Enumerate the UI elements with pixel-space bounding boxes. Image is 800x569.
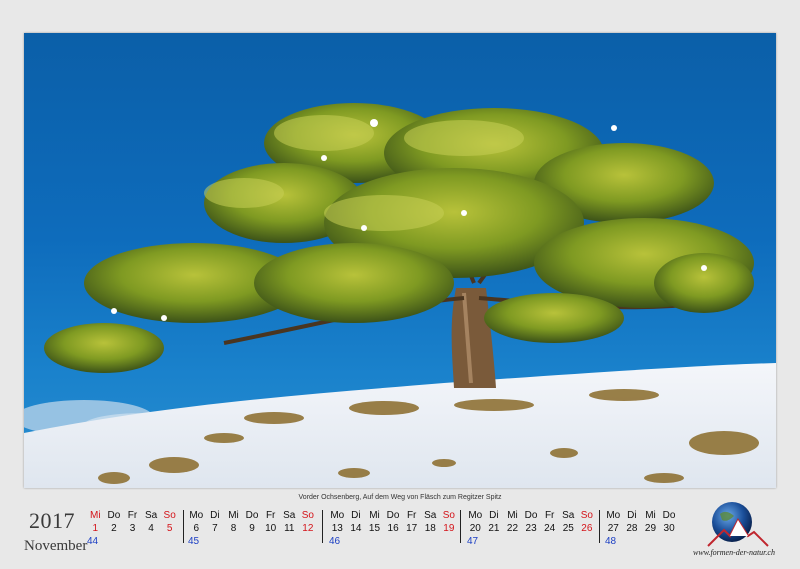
dates-row: 1 2 3 4 5 — [86, 522, 179, 535]
calendar-year: 2017 — [29, 508, 75, 533]
date-cell: 4 — [148, 523, 154, 534]
day-name: So — [163, 510, 176, 521]
date-cell: 17 — [406, 523, 418, 534]
date-cell: 23 — [525, 523, 537, 534]
dates-row: 20 21 22 23 24 25 26 — [466, 522, 596, 535]
dates-row: 13 14 15 16 17 18 19 — [328, 522, 458, 535]
date-cell: 25 — [562, 523, 574, 534]
date-cell: 20 — [469, 523, 481, 534]
week-block: Mi Do Fr Sa So 1 2 3 4 5 44 — [86, 509, 179, 549]
date-cell: 19 — [443, 523, 455, 534]
date-cell: 29 — [644, 523, 657, 534]
week-number: 47 — [467, 536, 479, 547]
day-name: Sa — [562, 510, 575, 521]
day-name: Mi — [645, 510, 656, 521]
date-cell: 15 — [368, 523, 381, 534]
day-name: Mi — [228, 510, 239, 521]
date-cell: 27 — [607, 523, 619, 534]
logo-text: www.formen-der-natur.ch — [693, 548, 775, 557]
date-cell: 14 — [350, 523, 362, 534]
dates-row: 6 7 8 9 10 11 12 — [187, 522, 317, 535]
date-cell: 8 — [230, 523, 237, 534]
day-names-row: Mo Di Mi Do Fr Sa So — [466, 509, 596, 522]
day-name: Di — [351, 510, 361, 521]
date-cell: 6 — [193, 523, 200, 534]
date-cell: 5 — [166, 523, 173, 534]
date-cell: 12 — [302, 523, 314, 534]
day-name: Sa — [144, 510, 158, 521]
day-name: Fr — [127, 510, 138, 521]
day-name: Mi — [369, 510, 380, 521]
date-cell: 26 — [581, 523, 593, 534]
day-name: Sa — [283, 510, 296, 521]
tree-photo — [24, 33, 776, 488]
date-cell: 18 — [424, 523, 436, 534]
day-name: So — [580, 510, 593, 521]
day-name: Mo — [189, 510, 204, 521]
date-cell: 30 — [663, 523, 675, 534]
date-cell: 10 — [265, 523, 277, 534]
date-cell: 1 — [92, 523, 99, 534]
day-name: Mi — [90, 510, 101, 521]
date-cell: 21 — [488, 523, 500, 534]
date-cell: 3 — [129, 523, 136, 534]
week-block: Mo Di Mi Do Fr Sa So 20 21 22 23 24 25 2… — [466, 509, 596, 549]
day-name: Fr — [406, 510, 417, 521]
day-name: Do — [107, 510, 121, 521]
date-cell: 24 — [544, 523, 556, 534]
week-divider — [599, 510, 600, 543]
week-divider — [183, 510, 184, 543]
day-name: Di — [627, 510, 637, 521]
day-name: Sa — [424, 510, 437, 521]
week-number: 44 — [87, 536, 99, 547]
day-name: Mi — [507, 510, 518, 521]
photo-caption: Vorder Ochsenberg, Auf dem Weg von Fläsc… — [298, 494, 502, 501]
date-cell: 9 — [249, 523, 255, 534]
day-name: Di — [210, 510, 220, 521]
day-name: Fr — [265, 510, 276, 521]
week-block: Mo Di Mi Do 27 28 29 30 48 — [604, 509, 678, 549]
date-cell: 11 — [284, 523, 295, 534]
dates-row: 27 28 29 30 — [604, 522, 678, 535]
day-name: Mo — [468, 510, 483, 521]
date-cell: 2 — [111, 523, 117, 534]
day-name: So — [301, 510, 314, 521]
date-cell: 28 — [626, 523, 638, 534]
day-name: Do — [245, 510, 259, 521]
calendar-month: November — [24, 538, 88, 554]
week-number: 48 — [605, 536, 617, 547]
week-number: 45 — [188, 536, 200, 547]
day-name: Do — [662, 510, 676, 521]
day-name: Fr — [544, 510, 555, 521]
week-block: Mo Di Mi Do Fr Sa So 13 14 15 16 17 18 1… — [328, 509, 458, 549]
day-names-row: Mo Di Mi Do Fr Sa So — [187, 509, 317, 522]
day-name: So — [442, 510, 455, 521]
date-cell: 22 — [506, 523, 519, 534]
day-name: Mo — [606, 510, 621, 521]
week-divider — [460, 510, 461, 543]
day-names-row: Mi Do Fr Sa So — [86, 509, 179, 522]
day-names-row: Mo Di Mi Do — [604, 509, 678, 522]
day-name: Di — [489, 510, 499, 521]
week-block: Mo Di Mi Do Fr Sa So 6 7 8 9 10 11 12 45 — [187, 509, 317, 549]
day-name: Do — [386, 510, 400, 521]
day-name: Mo — [330, 510, 345, 521]
day-names-row: Mo Di Mi Do Fr Sa So — [328, 509, 458, 522]
day-name: Do — [524, 510, 538, 521]
date-cell: 7 — [212, 523, 218, 534]
week-number: 46 — [329, 536, 341, 547]
tree-illustration — [24, 103, 776, 488]
date-cell: 16 — [387, 523, 399, 534]
week-divider — [322, 510, 323, 543]
date-cell: 13 — [331, 523, 343, 534]
